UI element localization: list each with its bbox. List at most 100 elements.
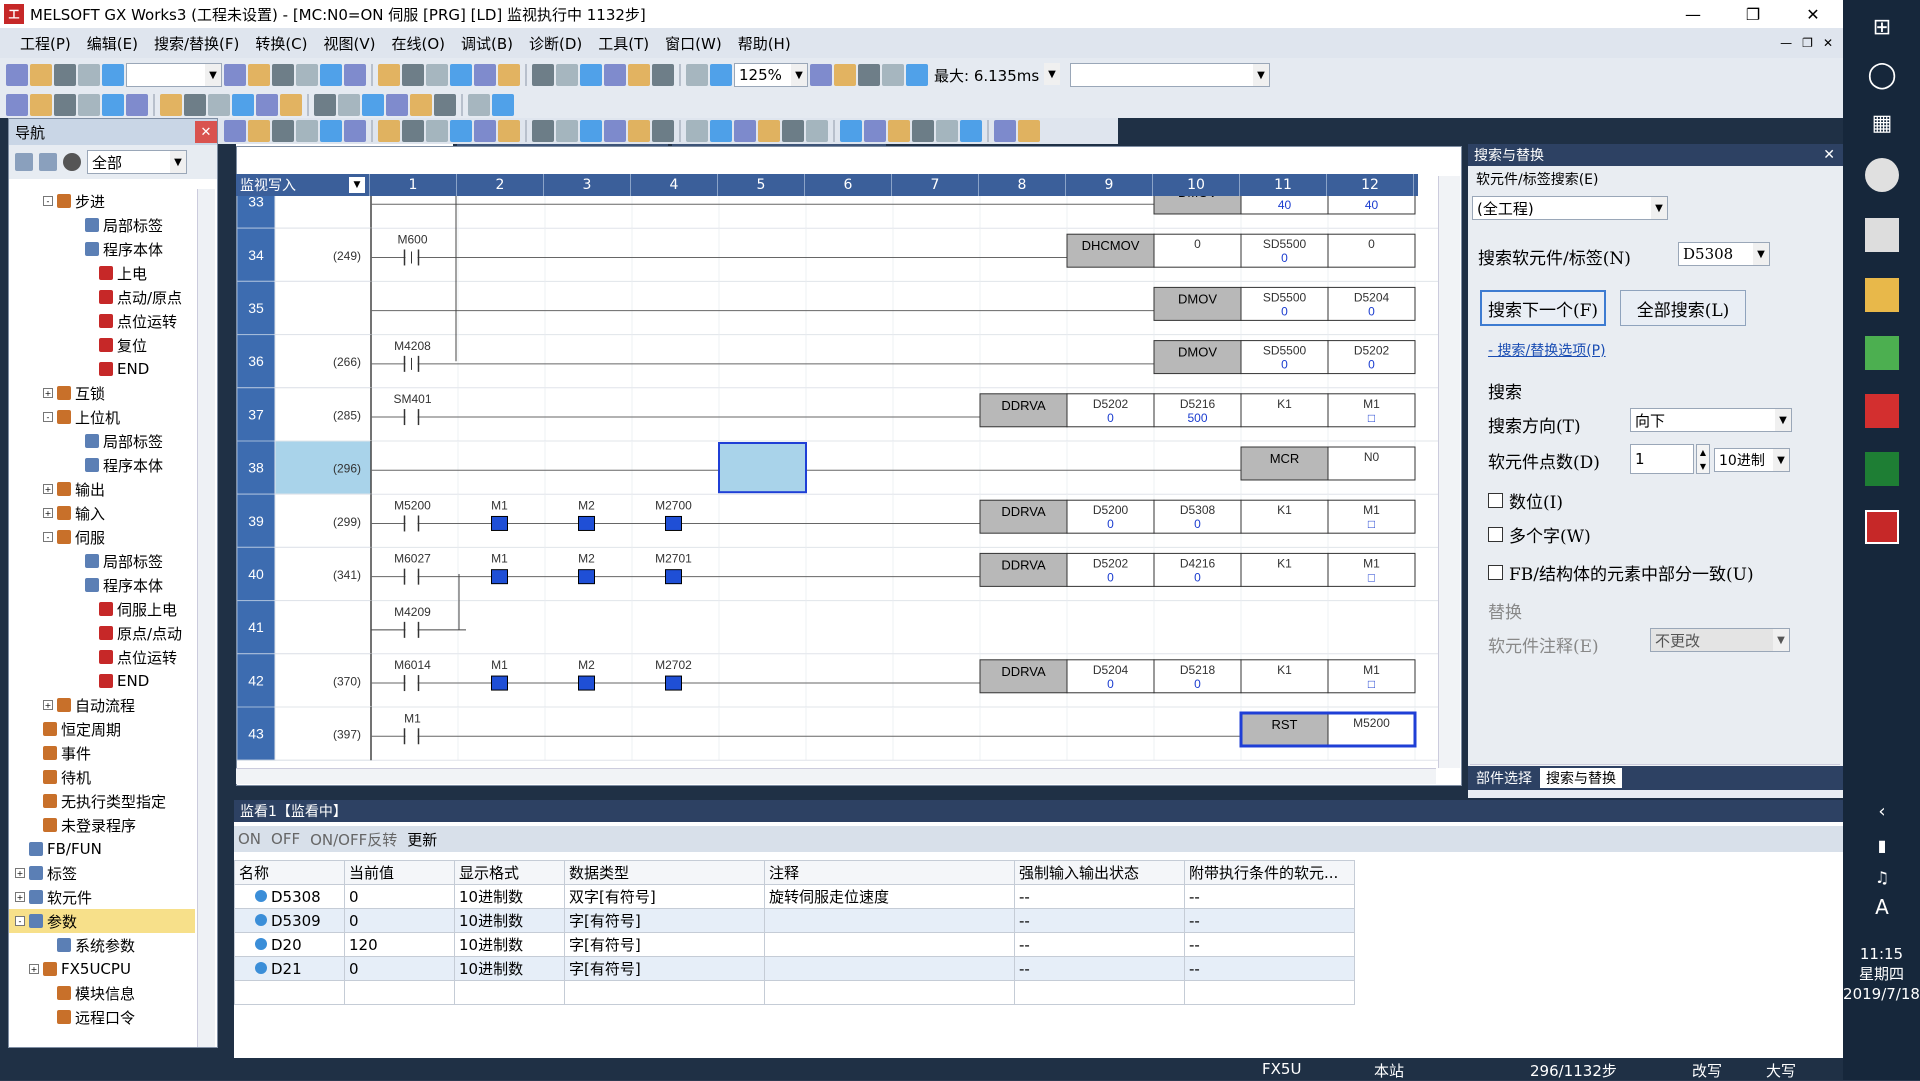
toolbar-combo[interactable]: ▼	[126, 63, 222, 87]
nav-tree-item[interactable]: 伺服上电	[9, 597, 195, 621]
watch-tool-1[interactable]: OFF	[271, 830, 300, 848]
menu-item[interactable]: 视图(V)	[316, 33, 384, 54]
ladder-symbol-button-icon[interactable]	[604, 120, 626, 142]
edit-button-icon[interactable]	[402, 64, 424, 86]
watch-column-header[interactable]: 名称	[234, 860, 345, 885]
nav-tree-item[interactable]: 上电	[9, 261, 195, 285]
ladder-symbol-button-icon[interactable]	[960, 120, 982, 142]
nav-tree-item[interactable]: - 参数	[9, 909, 195, 933]
cortana-icon[interactable]: ◯	[1865, 58, 1899, 92]
view-button-icon[interactable]	[126, 94, 148, 116]
ladder-symbol-button-icon[interactable]	[532, 120, 554, 142]
windows-start-icon[interactable]: ⊞	[1865, 10, 1899, 44]
edit-button-icon[interactable]	[498, 64, 520, 86]
nav-tree-item[interactable]: 点动/原点	[9, 285, 195, 309]
editor-vertical-scrollbar[interactable]	[1438, 176, 1460, 768]
watch-cell[interactable]: D5308	[234, 884, 345, 909]
menu-item[interactable]: 搜索/替换(F)	[146, 33, 247, 54]
monitor-button-icon[interactable]	[834, 64, 856, 86]
menu-item[interactable]: 转换(C)	[247, 33, 315, 54]
view-button-icon[interactable]	[54, 94, 76, 116]
watch-cell[interactable]: D5309	[234, 908, 345, 933]
file-button-icon[interactable]	[102, 64, 124, 86]
nav-tree-item[interactable]: 恒定周期	[9, 717, 195, 741]
table-row[interactable]: D5308 0 10进制数 双字[有符号] 旋转伺服走位速度 -- --	[234, 884, 1355, 909]
zoom-select[interactable]: 125% ▼	[734, 63, 808, 87]
points-input[interactable]: 1	[1630, 444, 1694, 474]
watch-tool-0[interactable]: ON	[238, 830, 261, 848]
task-view-icon[interactable]: ▦	[1865, 106, 1899, 140]
expand-icon[interactable]: +	[43, 700, 53, 710]
menu-item[interactable]: 工具(T)	[590, 33, 657, 54]
file-button-icon[interactable]	[78, 64, 100, 86]
menu-item[interactable]: 在线(O)	[383, 33, 453, 54]
nav-tree-item[interactable]: 局部标签	[9, 429, 195, 453]
view-button-icon[interactable]	[362, 94, 384, 116]
direction-select[interactable]: 向下 ▼	[1630, 408, 1792, 432]
nav-tree-item[interactable]: + 输出	[9, 477, 195, 501]
excel-icon[interactable]	[1865, 452, 1899, 486]
ladder-symbol-button-icon[interactable]	[686, 120, 708, 142]
menu-item[interactable]: 诊断(D)	[521, 33, 590, 54]
nav-tree-item[interactable]: 点位运转	[9, 309, 195, 333]
nav-tree-item[interactable]: 复位	[9, 333, 195, 357]
nav-tree-item[interactable]: END	[9, 357, 195, 381]
view-button-icon[interactable]	[492, 94, 514, 116]
view-button-icon[interactable]	[410, 94, 432, 116]
collapse-icon[interactable]: -	[15, 916, 25, 926]
gxworks-icon[interactable]	[1865, 510, 1899, 544]
edit-button-icon[interactable]	[686, 64, 708, 86]
nav-tree-item[interactable]: + 软元件	[9, 885, 195, 909]
ladder-symbol-button-icon[interactable]	[272, 120, 294, 142]
edit-button-icon[interactable]	[556, 64, 578, 86]
ladder-symbol-button-icon[interactable]	[888, 120, 910, 142]
search-device-input[interactable]: D5308 ▼	[1678, 242, 1770, 266]
file-button-icon[interactable]	[30, 64, 52, 86]
edit-button-icon[interactable]	[652, 64, 674, 86]
view-button-icon[interactable]	[468, 94, 490, 116]
expand-icon[interactable]: +	[43, 388, 53, 398]
view-button-icon[interactable]	[386, 94, 408, 116]
ladder-symbol-button-icon[interactable]	[994, 120, 1016, 142]
watch-cell[interactable]: D21	[234, 956, 345, 981]
search-options-link[interactable]: - 搜索/替换选项(P)	[1488, 340, 1606, 360]
nav-tree-icon[interactable]	[15, 153, 33, 171]
ladder-symbol-button-icon[interactable]	[840, 120, 862, 142]
nav-tree-item[interactable]: 局部标签	[9, 549, 195, 573]
nav-tree-item[interactable]: 原点/点动	[9, 621, 195, 645]
ladder-symbol-button-icon[interactable]	[224, 120, 246, 142]
ladder-symbol-button-icon[interactable]	[320, 120, 342, 142]
tab-search-replace[interactable]: 搜索与替换	[1540, 768, 1622, 788]
watch-column-header[interactable]: 注释	[764, 860, 1015, 885]
nav-tree-item[interactable]: - 上位机	[9, 405, 195, 429]
view-button-icon[interactable]	[434, 94, 456, 116]
nav-scrollbar[interactable]	[197, 189, 215, 1047]
view-button-icon[interactable]	[280, 94, 302, 116]
mdi-minimize-icon[interactable]: —	[1780, 36, 1792, 50]
menu-item[interactable]: 窗口(W)	[657, 33, 730, 54]
pdf-icon[interactable]	[1865, 394, 1899, 428]
menu-item[interactable]: 工程(P)	[12, 33, 79, 54]
edit-button-icon[interactable]	[344, 64, 366, 86]
watch-column-header[interactable]: 数据类型	[564, 860, 765, 885]
file-button-icon[interactable]	[6, 64, 28, 86]
table-row[interactable]: D5309 0 10进制数 字[有符号] -- --	[234, 908, 1355, 933]
nav-tree-item[interactable]: 局部标签	[9, 213, 195, 237]
expand-icon[interactable]: +	[29, 964, 39, 974]
ladder-symbol-button-icon[interactable]	[782, 120, 804, 142]
nav-tree-item[interactable]: 系统参数	[9, 933, 195, 957]
monitor-button-icon[interactable]	[882, 64, 904, 86]
ime-indicator[interactable]: A	[1865, 890, 1899, 924]
view-button-icon[interactable]	[102, 94, 124, 116]
nav-tree-item[interactable]: + 自动流程	[9, 693, 195, 717]
table-row[interactable]: D20 120 10进制数 字[有符号] -- --	[234, 932, 1355, 957]
file-button-icon[interactable]	[54, 64, 76, 86]
nav-tree-item[interactable]: 程序本体	[9, 453, 195, 477]
ladder-symbol-button-icon[interactable]	[402, 120, 424, 142]
nav-tree-item[interactable]: + 互锁	[9, 381, 195, 405]
toolbar-combo-2[interactable]: ▼	[1070, 63, 1270, 87]
view-button-icon[interactable]	[184, 94, 206, 116]
nav-tree-item[interactable]: + 输入	[9, 501, 195, 525]
ladder-symbol-button-icon[interactable]	[652, 120, 674, 142]
chevron-down-icon[interactable]: ▼	[349, 177, 365, 193]
